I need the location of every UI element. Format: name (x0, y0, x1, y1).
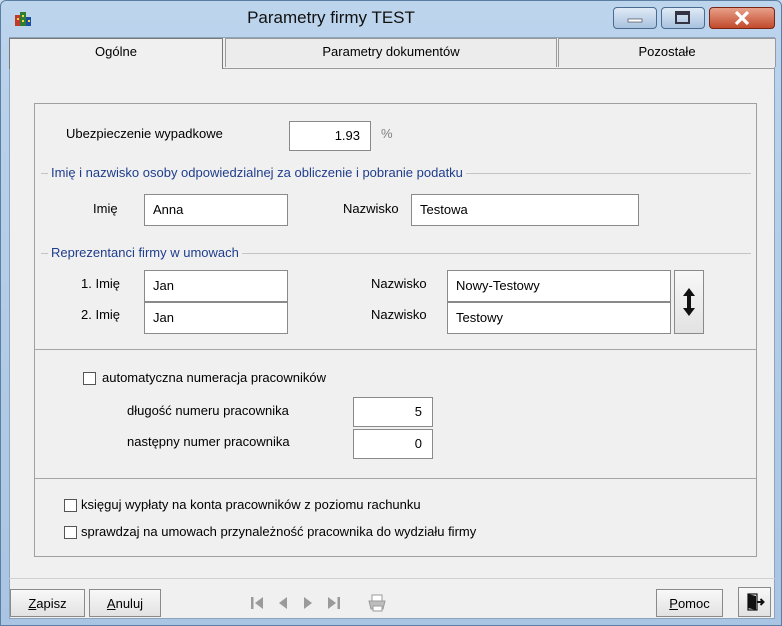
printer-icon (368, 594, 386, 612)
auto-numbering-label: automatyczna numeracja pracowników (102, 370, 326, 385)
rep1-first-name-label: 1. Imię (81, 276, 121, 291)
print-button[interactable] (365, 591, 389, 615)
footer-separator (9, 578, 775, 579)
minimize-button[interactable] (613, 7, 657, 29)
employee-number-length-input[interactable]: 5 (353, 397, 433, 427)
rep2-first-name-input[interactable]: Jan (144, 302, 288, 334)
next-record-icon (304, 597, 312, 609)
swap-representatives-button[interactable] (674, 270, 704, 334)
window-title: Parametry firmy TEST (247, 8, 415, 27)
swap-arrows-icon (683, 288, 695, 316)
tab-ogolne[interactable]: Ogólne (9, 38, 223, 69)
first-record-icon (251, 597, 263, 609)
save-button[interactable]: Zapisz (10, 589, 85, 617)
tab-pozostale[interactable]: Pozostałe (558, 38, 776, 67)
cancel-label: nuluj (115, 595, 144, 611)
employee-number-length-label: długość numeru pracownika (127, 403, 289, 418)
window: Parametry firmy TEST Ogólne Parametry do… (0, 0, 782, 626)
previous-record-button[interactable] (271, 591, 295, 615)
last-record-button[interactable] (322, 591, 346, 615)
check-department-label: sprawdzaj na umowach przynależność praco… (81, 524, 477, 539)
responsible-first-name-input[interactable]: Anna (144, 194, 288, 226)
maximize-button[interactable] (661, 7, 705, 29)
responsible-last-name-label: Nazwisko (343, 201, 399, 216)
help-label: omoc (677, 595, 710, 611)
title-bar[interactable]: Parametry firmy TEST (1, 1, 781, 37)
rep1-last-name-label: Nazwisko (371, 276, 427, 291)
close-button[interactable] (709, 7, 775, 29)
exit-button[interactable] (738, 587, 771, 617)
responsible-group-label: Imię i nazwisko osoby odpowiedzialnej za… (48, 165, 466, 180)
responsible-first-name-label: Imię (93, 201, 118, 216)
save-label: apisz (36, 595, 67, 611)
rep1-first-name-input[interactable]: Jan (144, 270, 288, 302)
previous-record-icon (279, 597, 287, 609)
close-icon (734, 10, 750, 26)
representatives-group-label: Reprezentanci firmy w umowach (48, 245, 242, 260)
responsible-last-name-input[interactable]: Testowa (411, 194, 639, 226)
post-salaries-checkbox[interactable] (64, 499, 77, 512)
auto-numbering-checkbox[interactable] (83, 372, 96, 385)
cancel-button[interactable]: Anuluj (89, 589, 161, 617)
next-employee-number-label: następny numer pracownika (127, 434, 290, 449)
section-separator-1 (35, 349, 756, 350)
next-record-button[interactable] (296, 591, 320, 615)
tab-parametry-dokumentow[interactable]: Parametry dokumentów (225, 38, 557, 67)
rep2-first-name-label: 2. Imię (81, 307, 121, 322)
last-record-icon (328, 597, 340, 609)
rep2-last-name-label: Nazwisko (371, 307, 427, 322)
help-hotkey: P (669, 595, 678, 611)
post-salaries-label: księguj wypłaty na konta pracowników z p… (81, 497, 421, 512)
insurance-input[interactable]: 1.93 (289, 121, 371, 151)
save-hotkey: Z (28, 595, 37, 611)
minimize-icon (627, 18, 643, 23)
check-department-checkbox[interactable] (64, 526, 77, 539)
next-employee-number-input[interactable]: 0 (353, 429, 433, 459)
help-button[interactable]: Pomoc (656, 589, 723, 617)
rep2-last-name-input[interactable]: Testowy (447, 302, 671, 334)
section-separator-2 (35, 478, 756, 479)
insurance-unit: % (381, 126, 393, 141)
insurance-label: Ubezpieczenie wypadkowe (66, 126, 223, 141)
rep1-last-name-input[interactable]: Nowy-Testowy (447, 270, 671, 302)
maximize-icon (675, 11, 690, 24)
first-record-button[interactable] (245, 591, 269, 615)
cancel-hotkey: A (106, 595, 116, 611)
exit-door-icon (746, 593, 765, 611)
